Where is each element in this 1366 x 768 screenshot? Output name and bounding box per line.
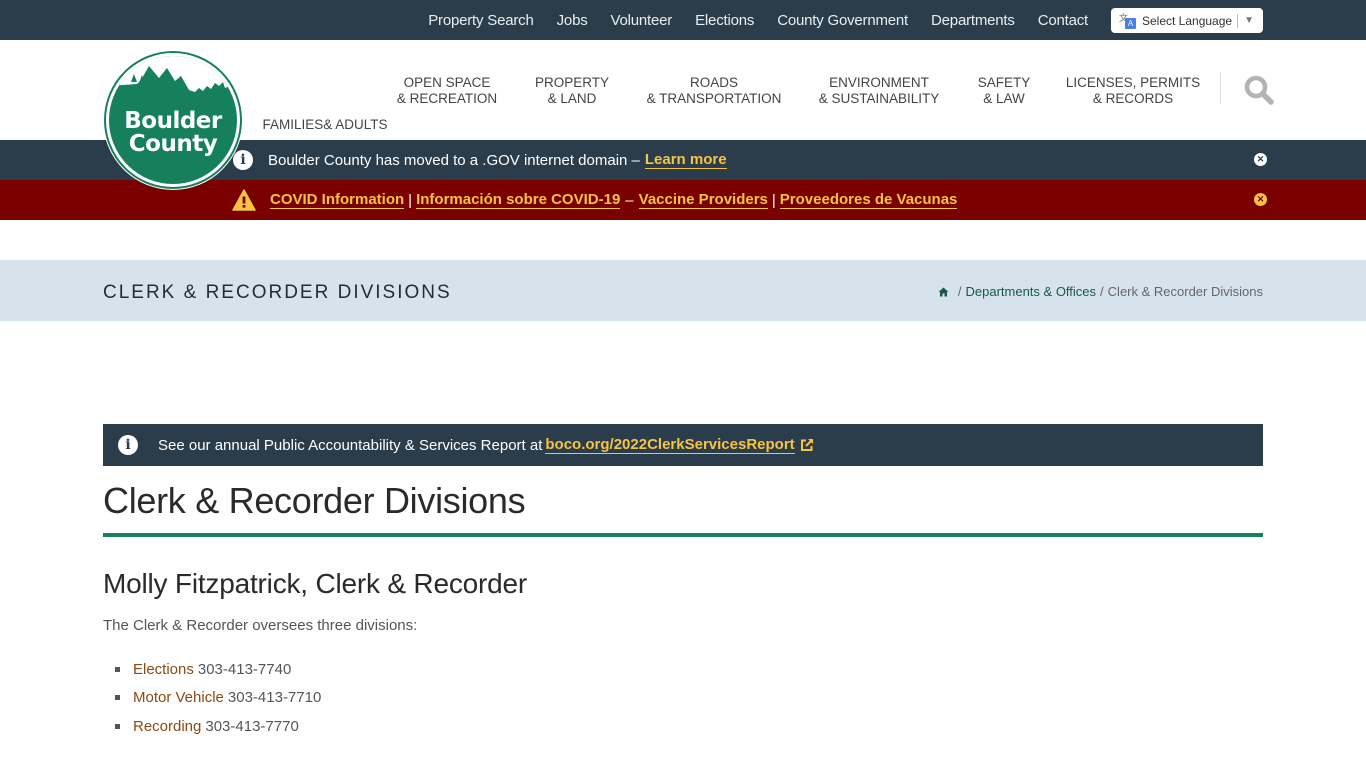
division-phone: 303-413-7770 — [205, 717, 299, 735]
dropdown-arrow-icon: ▼ — [1244, 15, 1254, 26]
utility-link-jobs[interactable]: Jobs — [557, 12, 588, 29]
nav-label-line1: ROADS — [689, 75, 738, 90]
nav-label-line1: PROPERTY — [534, 75, 610, 90]
nav-label-line1: ENVIRONMENT — [829, 75, 929, 90]
list-item: Elections 303-413-7740 — [115, 655, 321, 684]
utility-link-property-search[interactable]: Property Search — [428, 12, 534, 29]
external-link-icon[interactable] — [800, 438, 814, 452]
search-icon[interactable] — [1243, 74, 1275, 106]
breadcrumb-separator: / — [957, 284, 962, 299]
learn-more-link[interactable]: Learn more — [644, 151, 727, 169]
nav-label-line2: & ADULTS — [323, 117, 388, 132]
report-banner: i See our annual Public Accountability &… — [103, 424, 1263, 466]
nav-open-space-recreation[interactable]: OPEN SPACE & RECREATION — [397, 75, 497, 107]
breadcrumb-current: Clerk & Recorder Divisions — [1107, 284, 1263, 299]
warning-icon — [232, 189, 256, 211]
report-banner-text: See our annual Public Accountability & S… — [158, 436, 543, 454]
close-icon[interactable]: ✕ — [1254, 153, 1267, 166]
boulder-county-logo[interactable]: Boulder County — [103, 50, 243, 190]
bullet-icon — [115, 695, 120, 701]
translate-icon: 文A — [1119, 12, 1136, 29]
language-select-label: Select Language — [1142, 13, 1233, 28]
clerk-services-report-link[interactable]: boco.org/2022ClerkServicesReport — [545, 436, 795, 454]
language-select-divider — [1237, 13, 1239, 28]
nav-safety-law[interactable]: SAFETY & LAW — [978, 75, 1031, 107]
bullet-icon — [115, 666, 120, 672]
breadcrumb-separator: / — [1100, 284, 1104, 299]
close-icon[interactable]: ✕ — [1254, 193, 1267, 206]
proveedores-vacunas-link[interactable]: Proveedores de Vacunas — [779, 191, 958, 209]
covid-alert: COVID Information | Información sobre CO… — [0, 180, 1366, 220]
utility-link-county-government[interactable]: County Government — [777, 12, 908, 29]
nav-environment-sustainability[interactable]: ENVIRONMENT & SUSTAINABILITY — [819, 75, 940, 107]
nav-label-line2: & SUSTAINABILITY — [818, 91, 940, 106]
informacion-covid-link[interactable]: Información sobre COVID-19 — [416, 191, 621, 209]
info-icon: i — [118, 435, 138, 455]
utility-link-contact[interactable]: Contact — [1038, 12, 1088, 29]
clerk-name-heading: Molly Fitzpatrick, Clerk & Recorder — [103, 568, 527, 599]
logo-line-2: County — [128, 131, 218, 157]
list-item: Recording 303-413-7770 — [115, 712, 321, 741]
nav-label-line1: LICENSES, PERMITS — [1065, 75, 1201, 90]
gov-alert-text: Boulder County has moved to a .GOV inter… — [268, 151, 640, 169]
logo-line-1: Boulder — [124, 108, 222, 134]
covid-information-link[interactable]: COVID Information — [270, 191, 405, 209]
nav-label-line2: & LAND — [547, 91, 597, 106]
nav-licenses-permits-records[interactable]: LICENSES, PERMITS & RECORDS — [1066, 75, 1200, 107]
gov-alert-content: i Boulder County has moved to a .GOV int… — [233, 140, 727, 180]
intro-text: The Clerk & Recorder oversees three divi… — [103, 617, 418, 634]
logo-badge: Boulder County — [106, 53, 240, 187]
list-item: Motor Vehicle 303-413-7710 — [115, 684, 321, 713]
page-title: CLERK & RECORDER DIVISIONS — [103, 282, 452, 303]
link-dash: – — [625, 191, 634, 209]
utility-link-departments[interactable]: Departments — [931, 12, 1015, 29]
vaccine-providers-link[interactable]: Vaccine Providers — [638, 191, 768, 209]
division-link-recording[interactable]: Recording — [133, 718, 201, 735]
division-link-motor-vehicle[interactable]: Motor Vehicle — [133, 689, 224, 706]
covid-alert-content: COVID Information | Información sobre CO… — [232, 180, 958, 220]
nav-label-line2: & RECORDS — [1092, 91, 1174, 106]
heading-divider — [103, 533, 1263, 537]
utility-link-elections[interactable]: Elections — [695, 12, 754, 29]
division-phone: 303-413-7740 — [197, 660, 292, 678]
link-separator: | — [771, 191, 776, 209]
nav-label-line1: SAFETY — [977, 75, 1031, 90]
language-select[interactable]: 文A Select Language ▼ — [1111, 8, 1263, 33]
breadcrumb: / Departments & Offices / Clerk & Record… — [938, 284, 1263, 299]
nav-roads-transportation[interactable]: ROADS & TRANSPORTATION — [647, 75, 782, 107]
breadcrumb-departments-offices[interactable]: Departments & Offices — [966, 284, 1097, 299]
division-list: Elections 303-413-7740 Motor Vehicle 303… — [115, 655, 321, 741]
nav-divider — [1220, 72, 1221, 104]
page-title-band: CLERK & RECORDER DIVISIONS / Departments… — [0, 260, 1366, 321]
link-separator: | — [408, 191, 413, 209]
utility-link-volunteer[interactable]: Volunteer — [611, 12, 673, 29]
home-icon[interactable] — [938, 287, 949, 297]
division-link-elections[interactable]: Elections — [133, 661, 194, 678]
bullet-icon — [115, 723, 120, 729]
nav-property-land[interactable]: PROPERTY & LAND — [535, 75, 609, 107]
nav-label-line1: FAMILIES — [262, 117, 324, 132]
utility-nav: Property Search Jobs Volunteer Elections… — [405, 0, 1088, 40]
utility-bar: Property Search Jobs Volunteer Elections… — [0, 0, 1366, 40]
logo-text: Boulder County — [109, 110, 237, 156]
nav-label-line2: & TRANSPORTATION — [646, 91, 782, 106]
nav-label-line2: & RECREATION — [396, 91, 498, 106]
nav-label-line1: OPEN SPACE — [403, 75, 491, 90]
nav-label-line2: & LAW — [983, 91, 1025, 106]
main-header: Boulder County FAMILIES & ADULTS OPEN SP… — [0, 40, 1366, 190]
division-phone: 303-413-7710 — [227, 689, 322, 707]
content-heading: Clerk & Recorder Divisions — [103, 480, 526, 521]
